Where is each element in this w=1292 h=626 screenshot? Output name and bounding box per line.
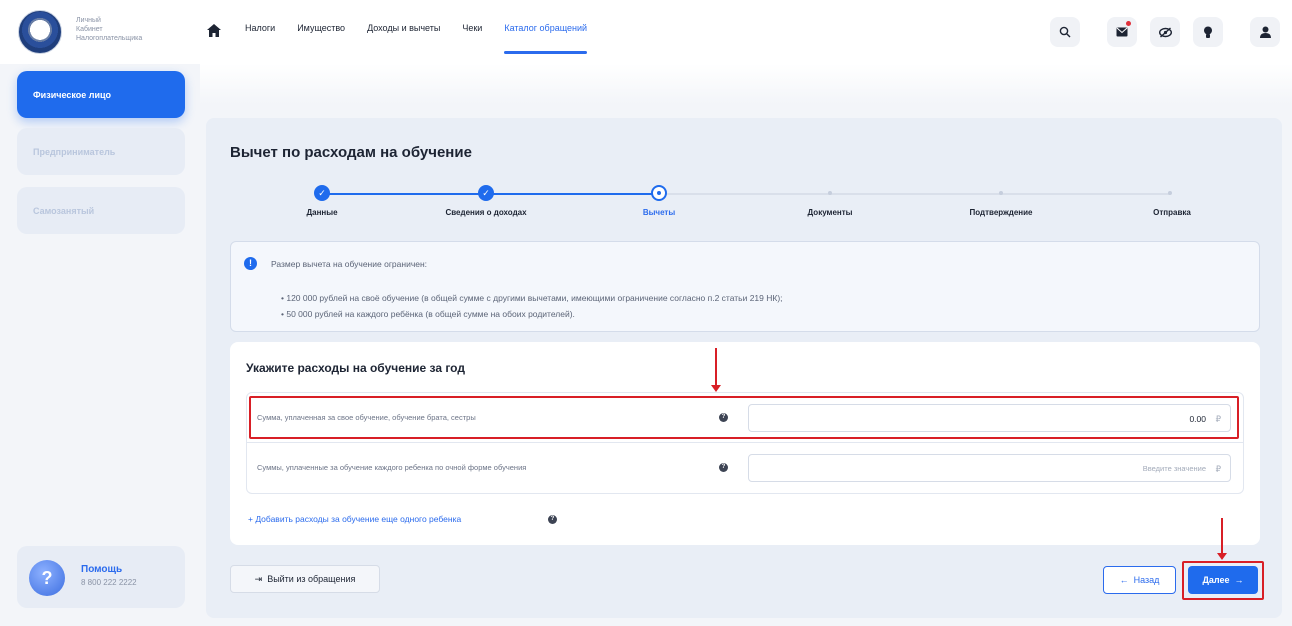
mail-icon [1116,27,1128,37]
step-3-current-icon [651,185,667,201]
sidebar-item-self-employed[interactable]: Самозанятый [17,187,185,234]
child-education-placeholder: Введите значение [1142,464,1206,473]
step-5-dot [999,191,1003,195]
user-icon [1259,26,1271,38]
help-title: Помощь [81,564,123,575]
step-6-dot [1168,191,1172,195]
exit-icon: ⇥ [254,573,263,584]
logo-text: Личный Кабинет Налогоплательщика [76,16,142,43]
info-notice: ! Размер вычета на обучение ограничен: •… [230,241,1260,332]
step-1-check-icon: ✓ [314,185,330,201]
row-label-child-education: Суммы, уплаченные за обучение каждого ре… [257,463,527,472]
search-button[interactable] [1050,17,1080,47]
header-shadow [200,64,1292,104]
highlight-own-education-row [249,396,1239,439]
mail-button[interactable] [1107,17,1137,47]
help-phone: 8 800 222 2222 [81,578,137,587]
logo-line-3: Налогоплательщика [76,35,143,42]
info-title: Размер вычета на обучение ограничен: [271,259,428,269]
add-child-expenses-link[interactable]: + Добавить расходы за обучение еще одног… [248,514,461,524]
help-question-icon: ? [29,560,65,596]
nav-taxes[interactable]: Налоги [245,23,275,33]
step-2-check-icon: ✓ [478,185,494,201]
step-label-income[interactable]: Сведения о доходах [445,208,526,217]
step-label-documents: Документы [807,208,853,217]
help-card[interactable]: ? Помощь 8 800 222 2222 [17,546,185,608]
tips-button[interactable] [1193,17,1223,47]
nav-appeals-catalog[interactable]: Каталог обращений [504,23,587,54]
info-icon: ! [244,257,257,270]
nav-property[interactable]: Имущество [297,23,345,33]
question-icon[interactable]: ? [548,515,557,524]
annotation-arrow-next [1217,518,1227,560]
sidebar-item-individual[interactable]: Физическое лицо [17,71,185,118]
bulb-icon [1204,26,1212,38]
step-label-deductions: Вычеты [642,208,676,217]
notification-dot [1126,21,1131,26]
expenses-form: Укажите расходы на обучение за год Сумма… [230,342,1260,545]
logo-line-1: Личный [76,17,101,24]
nav-receipts[interactable]: Чеки [462,23,482,33]
info-bullet-2: • 50 000 рублей на каждого ребёнка (в об… [281,309,575,319]
fns-logo-icon[interactable] [18,10,62,54]
accessibility-button[interactable] [1150,17,1180,47]
step-label-submit: Отправка [1153,208,1191,217]
profile-button[interactable] [1250,17,1280,47]
main-panel: Вычет по расходам на обучение ✓ ✓ Данные… [206,118,1282,618]
ruble-icon: ₽ [1215,464,1221,474]
nav-income-deductions[interactable]: Доходы и вычеты [367,23,440,33]
exit-label: Выйти из обращения [267,574,356,584]
stepper-remaining-line [655,193,1170,195]
highlight-next-button [1182,561,1264,600]
logo-line-2: Кабинет [76,26,103,33]
step-4-dot [828,191,832,195]
question-icon[interactable]: ? [719,463,728,472]
exit-appeal-button[interactable]: ⇥ Выйти из обращения [230,565,380,593]
info-bullet-1: • 120 000 рублей на своё обучение (в общ… [281,293,783,303]
sidebar-item-entrepreneur[interactable]: Предприниматель [17,128,185,175]
eye-off-icon [1158,26,1172,38]
back-button[interactable]: ← Назад [1103,566,1176,594]
step-label-confirmation: Подтверждение [969,208,1033,217]
home-icon[interactable] [207,24,221,37]
annotation-arrow-input [711,348,721,392]
form-row-child-education: Суммы, уплаченные за обучение каждого ре… [247,443,1243,493]
main-nav: Налоги Имущество Доходы и вычеты Чеки Ка… [245,23,609,54]
step-label-data[interactable]: Данные [306,208,337,217]
form-title: Укажите расходы на обучение за год [246,361,465,375]
child-education-amount-input[interactable]: Введите значение ₽ [748,454,1231,482]
search-icon [1059,26,1071,38]
arrow-left-icon: ← [1119,575,1129,585]
back-label: Назад [1133,575,1160,585]
page-title: Вычет по расходам на обучение [230,144,472,161]
top-header: Личный Кабинет Налогоплательщика Налоги … [0,0,1292,64]
